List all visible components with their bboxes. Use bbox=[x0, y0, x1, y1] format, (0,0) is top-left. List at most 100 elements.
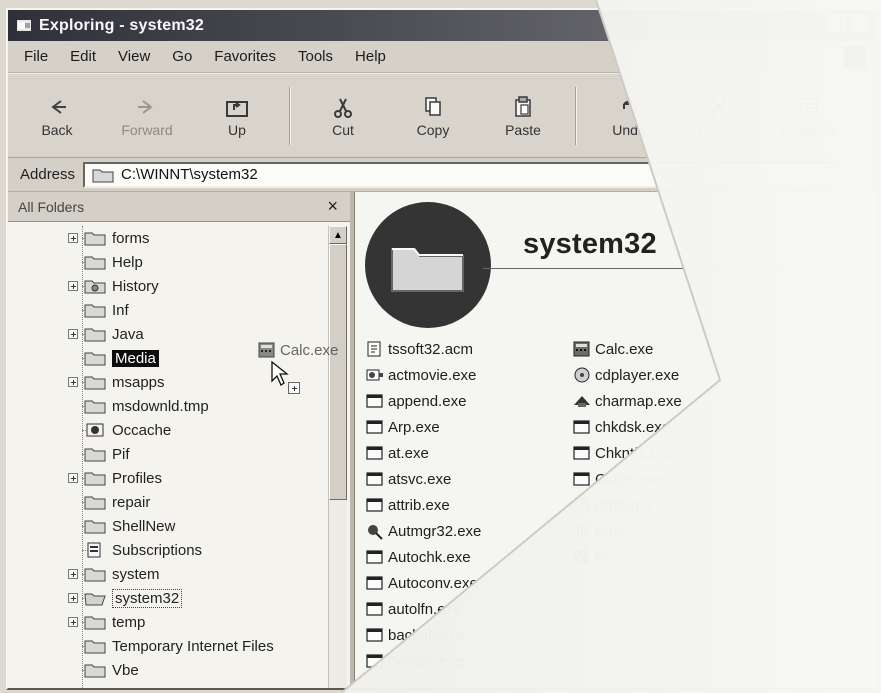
file-item[interactable]: chkdsk.exe bbox=[572, 416, 670, 438]
history-folder-icon bbox=[84, 278, 106, 294]
pif-folder-icon bbox=[84, 446, 106, 462]
menu-favorites[interactable]: Favorites bbox=[212, 46, 278, 67]
paste-button[interactable]: Paste bbox=[484, 87, 562, 145]
file-icon bbox=[572, 366, 592, 384]
menu-view[interactable]: View bbox=[116, 46, 152, 67]
file-icon bbox=[572, 418, 592, 436]
file-item[interactable]: charmap.exe bbox=[572, 390, 682, 412]
folder-tree-item[interactable]: Vbe bbox=[68, 658, 139, 682]
toolbar: Back Forward Up Cut Copy Paste Undo Dele… bbox=[8, 73, 876, 158]
folder-tree-item[interactable]: temp bbox=[68, 610, 145, 634]
inf-folder-icon bbox=[84, 302, 106, 318]
folder-tree-item[interactable]: Occache bbox=[68, 418, 171, 442]
forward-arrow-icon bbox=[133, 94, 161, 120]
menu-bar: File Edit View Go Favorites Tools Help bbox=[8, 41, 876, 73]
file-item[interactable]: C bbox=[572, 546, 606, 568]
folder-tree-item[interactable]: Profiles bbox=[68, 466, 162, 490]
expand-plus-icon[interactable] bbox=[68, 233, 78, 243]
folder-label: Media bbox=[112, 349, 159, 367]
copy-button[interactable]: Copy bbox=[394, 87, 472, 145]
menu-go[interactable]: Go bbox=[170, 46, 194, 67]
file-item[interactable]: Bootok.exe bbox=[365, 650, 463, 672]
address-field[interactable]: C:\WINNT\system32 bbox=[83, 161, 844, 188]
maximize-button[interactable] bbox=[850, 15, 868, 33]
properties-label: Propertie bbox=[780, 121, 838, 138]
expand-plus-icon[interactable] bbox=[68, 569, 78, 579]
folder-label: Java bbox=[112, 325, 144, 343]
file-item[interactable]: atsvc.exe bbox=[365, 468, 451, 490]
windows-flag-icon bbox=[844, 46, 866, 68]
file-label: clipbrd.e bbox=[595, 496, 652, 514]
folder-tree-item[interactable]: msapps bbox=[68, 370, 165, 394]
undo-button[interactable]: Undo bbox=[590, 87, 668, 145]
file-item[interactable]: clipbrd.e bbox=[572, 494, 652, 516]
up-button[interactable]: Up bbox=[198, 87, 276, 145]
file-item[interactable]: actmovie.exe bbox=[365, 364, 476, 386]
menu-help[interactable]: Help bbox=[353, 46, 388, 67]
screenshot-stage: Exploring - system32 File Edit View Go F… bbox=[0, 0, 881, 693]
file-item[interactable]: Ckcnv.exe bbox=[572, 468, 664, 490]
file-label: at.exe bbox=[388, 444, 429, 462]
file-item[interactable]: at.exe bbox=[365, 442, 429, 464]
file-item[interactable]: Autmgr32.exe bbox=[365, 520, 481, 542]
expand-plus-icon[interactable] bbox=[68, 329, 78, 339]
file-item[interactable]: autolfn.exe bbox=[365, 598, 461, 620]
delete-button[interactable]: Delete bbox=[680, 87, 758, 145]
file-label: chkdsk.exe bbox=[595, 418, 671, 436]
file-item[interactable]: Arp.exe bbox=[365, 416, 440, 438]
file-item[interactable]: Calc.exe bbox=[572, 338, 653, 360]
file-item[interactable]: tssoft32.acm bbox=[365, 338, 473, 360]
folder-tree-item[interactable]: Inf bbox=[68, 298, 129, 322]
scroll-up-arrow-icon[interactable]: ▲ bbox=[329, 226, 347, 244]
expand-plus-icon[interactable] bbox=[68, 473, 78, 483]
folder-tree-item[interactable]: system32 bbox=[68, 586, 183, 610]
file-item[interactable]: attrib.exe bbox=[365, 494, 450, 516]
forward-label: Forward bbox=[121, 121, 173, 138]
folder-tree-item[interactable]: repair bbox=[68, 490, 150, 514]
help-folder-icon bbox=[84, 254, 106, 270]
menu-file[interactable]: File bbox=[22, 46, 50, 67]
large-folder-icon bbox=[391, 248, 464, 292]
minimize-button[interactable] bbox=[830, 15, 848, 33]
expand-plus-icon[interactable] bbox=[68, 617, 78, 627]
expand-plus-icon[interactable] bbox=[68, 281, 78, 291]
close-pane-button[interactable]: × bbox=[327, 197, 338, 215]
forward-button[interactable]: Forward bbox=[108, 87, 186, 145]
folder-tree-item[interactable]: Media bbox=[68, 346, 159, 370]
file-icon bbox=[572, 470, 592, 488]
file-item[interactable]: backup.exe bbox=[365, 624, 465, 646]
up-label: Up bbox=[228, 121, 246, 138]
file-item[interactable]: cdplayer.exe bbox=[572, 364, 679, 386]
menu-edit[interactable]: Edit bbox=[68, 46, 98, 67]
menu-tools[interactable]: Tools bbox=[296, 46, 335, 67]
file-item[interactable]: Autochk.exe bbox=[365, 546, 471, 568]
expand-plus-icon[interactable] bbox=[68, 593, 78, 603]
folder-tree-item[interactable]: system bbox=[68, 562, 160, 586]
expand-plus-icon[interactable] bbox=[68, 377, 78, 387]
system32-folder-icon bbox=[84, 590, 106, 606]
system-folder-icon bbox=[84, 566, 106, 582]
folder-label: History bbox=[112, 277, 159, 295]
cut-button[interactable]: Cut bbox=[304, 87, 382, 145]
folder-tree-scrollbar[interactable]: ▲ bbox=[328, 226, 347, 688]
file-label: actmovie.exe bbox=[388, 366, 477, 384]
title-bar[interactable]: Exploring - system32 bbox=[8, 10, 876, 41]
folder-tree-item[interactable]: Pif bbox=[68, 442, 130, 466]
file-item[interactable]: Autoconv.exe bbox=[365, 572, 478, 594]
folder-tree-item[interactable]: ShellNew bbox=[68, 514, 175, 538]
folder-tree-item[interactable]: Subscriptions bbox=[68, 538, 202, 562]
back-button[interactable]: Back bbox=[18, 87, 96, 145]
properties-button[interactable]: Propertie bbox=[770, 87, 848, 145]
folder-tree-item[interactable]: Temporary Internet Files bbox=[68, 634, 274, 658]
file-item[interactable]: append.exe bbox=[365, 390, 466, 412]
folder-tree-item[interactable]: msdownld.tmp bbox=[68, 394, 209, 418]
folder-tree-item[interactable]: History bbox=[68, 274, 159, 298]
folder-tree-item[interactable]: Java bbox=[68, 322, 144, 346]
scroll-thumb[interactable] bbox=[329, 244, 347, 500]
undo-label: Undo bbox=[612, 121, 646, 138]
file-item[interactable]: Chkntfs.exe bbox=[572, 442, 674, 464]
file-item[interactable]: clips bbox=[572, 520, 625, 542]
folder-tree-item[interactable]: Help bbox=[68, 250, 143, 274]
folder-tree-item[interactable]: forms bbox=[68, 226, 150, 250]
